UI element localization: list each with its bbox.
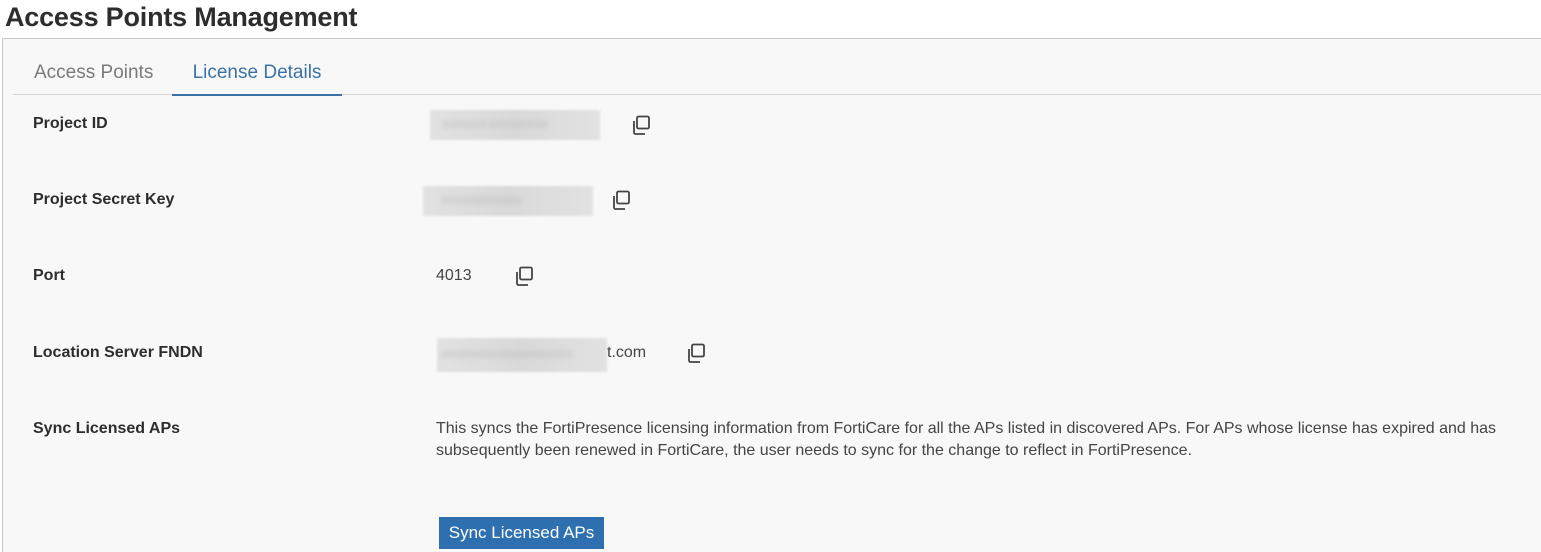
project-id-label: Project ID: [33, 115, 108, 132]
copy-icon[interactable]: [685, 342, 707, 364]
copy-icon[interactable]: [513, 265, 535, 287]
sync-licensed-aps-label: Sync Licensed APs: [33, 420, 181, 437]
project-secret-key-value-redacted: XXXXXXXXXXX: [423, 186, 593, 216]
port-label: Port: [33, 267, 65, 284]
port-value: 4013: [436, 267, 472, 284]
sync-description: This syncs the FortiPresence licensing i…: [436, 420, 1497, 459]
tab-license-details[interactable]: License Details: [172, 44, 342, 96]
tab-access-points[interactable]: Access Points: [34, 44, 153, 95]
page-title: Access Points Management: [5, 2, 358, 32]
copy-icon[interactable]: [610, 189, 632, 211]
project-id-value-redacted: XXXXXX XXXXXXXX: [430, 110, 600, 140]
location-server-fndn-value-redacted: xxxxxxxxxxxxxxxxxxxxxxxx: [437, 338, 607, 372]
copy-icon[interactable]: [630, 114, 652, 136]
sync-licensed-aps-button[interactable]: Sync Licensed APs: [439, 517, 604, 549]
project-secret-key-label: Project Secret Key: [33, 191, 175, 208]
location-server-fndn-label: Location Server FNDN: [33, 344, 203, 361]
location-server-fndn-suffix: t.com: [607, 344, 647, 361]
tab-bar: Access Points License Details: [13, 44, 1541, 96]
license-panel: Access Points License Details: [2, 38, 1541, 552]
